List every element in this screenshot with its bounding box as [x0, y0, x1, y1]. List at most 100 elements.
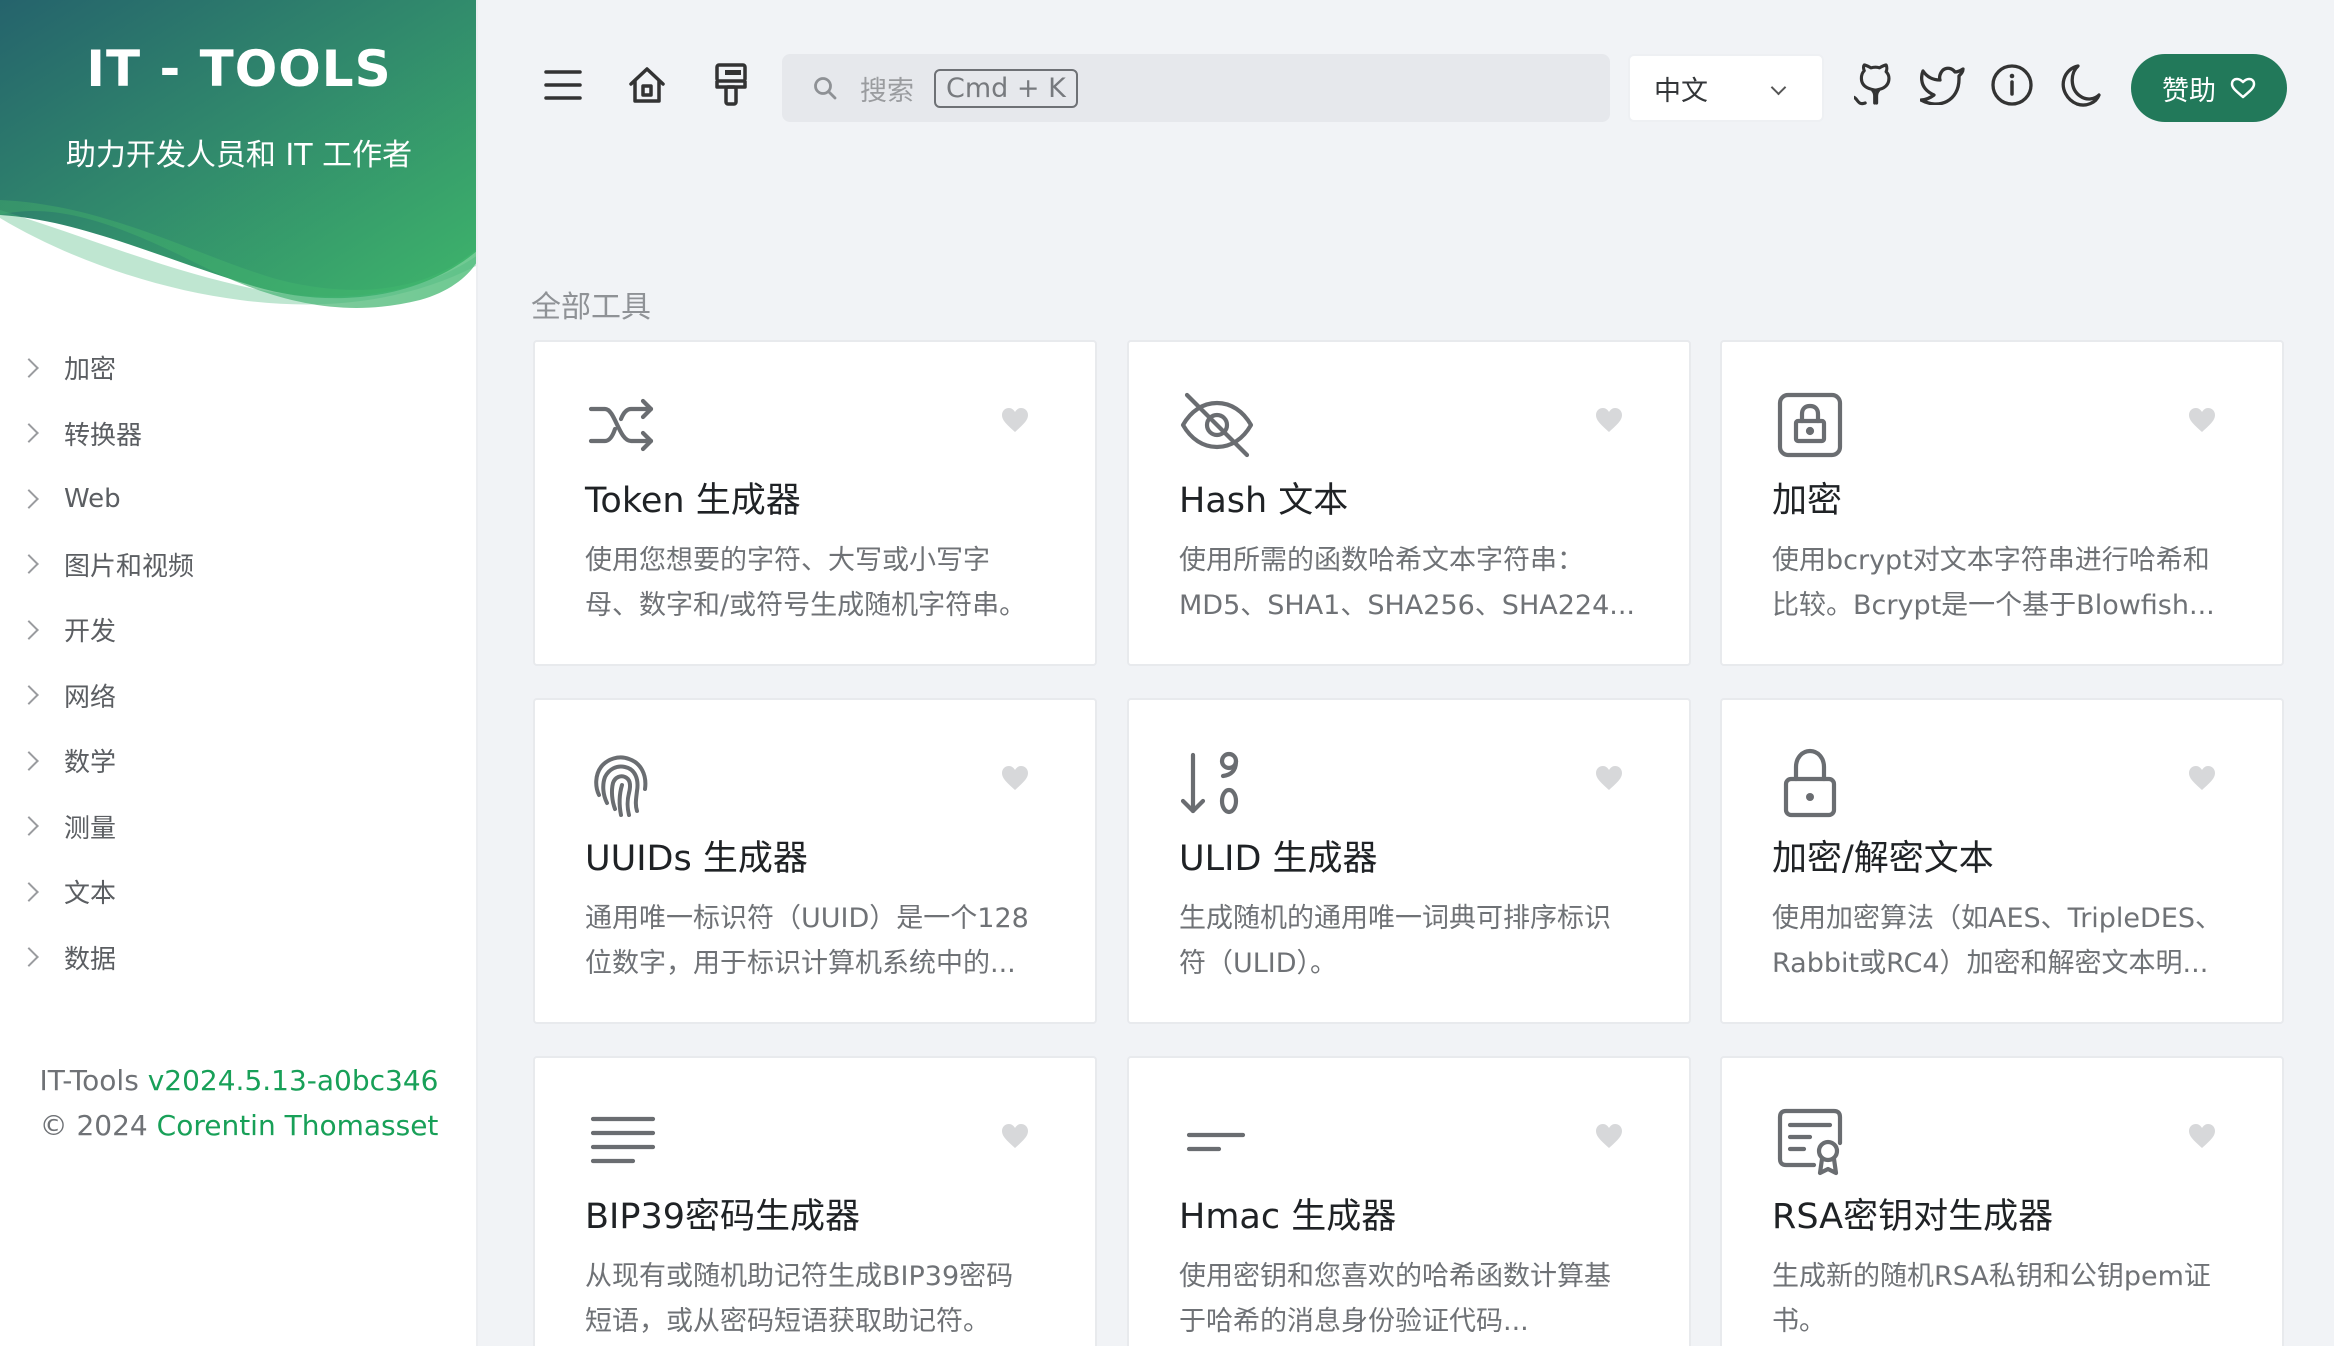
tool-description: 生成随机的通用唯一词典可排序标识 符（ULID）。 [1179, 896, 1649, 986]
sidebar-item-data[interactable]: 数据 [0, 925, 476, 991]
chevron-right-icon [19, 947, 39, 968]
sidebar-item-development[interactable]: 开发 [0, 597, 476, 663]
tool-title: BIP39密码生成器 [585, 1197, 860, 1237]
search-bar[interactable]: 搜索 Cmd + K [782, 54, 1610, 122]
heart-icon[interactable] [1593, 1120, 1625, 1152]
tool-title: RSA密钥对生成器 [1772, 1197, 2054, 1237]
tool-card-bcrypt[interactable]: 加密 使用bcrypt对文本字符串进行哈希和 比较。Bcrypt是一个基于Blow… [1720, 340, 2284, 666]
tool-card-uuid-generator[interactable]: UUIDs 生成器 通用唯一标识符（UUID）是一个128 位数字，用于标识计算机… [533, 698, 1097, 1024]
sidebar-footer: IT-Tools v2024.5.13-a0bc346 © 2024 Coren… [0, 1058, 476, 1148]
chevron-right-icon [19, 881, 39, 902]
heart-outline-icon [2230, 77, 2256, 99]
heart-icon[interactable] [1593, 404, 1625, 436]
chevron-right-icon [19, 619, 39, 640]
home-icon[interactable] [622, 60, 672, 110]
sidebar-item-label: 测量 [64, 813, 117, 844]
sidebar-item-network[interactable]: 网络 [0, 663, 476, 729]
tool-card-token-generator[interactable]: Token 生成器 使用您想要的字符、大写或小写字母、数字和/或符号生成随机字符… [533, 340, 1097, 666]
sidebar-item-label: 数学 [64, 748, 117, 779]
heart-icon[interactable] [999, 404, 1031, 436]
sponsor-button[interactable]: 赞助 [2131, 54, 2287, 122]
heart-icon[interactable] [999, 762, 1031, 794]
tool-card-hash-text[interactable]: Hash 文本 使用所需的函数哈希文本字符串： MD5、SHA1、SHA256、S… [1127, 340, 1691, 666]
tool-description: 使用您想要的字符、大写或小写字母、数字和/或符号生成随机字符串。 [585, 538, 1055, 628]
tool-description-line: 通用唯一标识符（UUID）是一个128 [585, 903, 1029, 934]
shuffle-icon [588, 398, 654, 452]
version-link[interactable]: v2024.5.13-a0bc346 [148, 1064, 439, 1097]
tool-description-line: 书。 [1772, 1306, 1826, 1337]
certificate-icon [1777, 1108, 1843, 1176]
sidebar-item-measurement[interactable]: 测量 [0, 794, 476, 860]
author-link[interactable]: Corentin Thomasset [157, 1109, 439, 1142]
tool-description: 从现有或随机助记符生成BIP39密码 短语，或从密码短语获取助记符。 [585, 1254, 1055, 1344]
tool-description-line: 使用密钥和您喜欢的哈希函数计算基 [1179, 1261, 1611, 1292]
heart-icon[interactable] [999, 1120, 1031, 1152]
search-shortcut-badge: Cmd + K [934, 68, 1078, 108]
chevron-right-icon [19, 423, 39, 444]
heart-icon[interactable] [2186, 762, 2218, 794]
heart-icon[interactable] [2186, 404, 2218, 436]
chevron-right-icon [19, 488, 39, 509]
lock-square-icon [1777, 392, 1843, 458]
sidebar-hero: IT - TOOLS 助力开发人员和 IT 工作者 [0, 0, 476, 320]
tool-card-ulid-generator[interactable]: ULID 生成器 生成随机的通用唯一词典可排序标识 符（ULID）。 [1127, 698, 1691, 1024]
app-subtitle: 助力开发人员和 IT 工作者 [65, 138, 413, 173]
tool-description: 使用密钥和您喜欢的哈希函数计算基 于哈希的消息身份验证代码... [1179, 1254, 1649, 1344]
language-select[interactable]: 中文 [1628, 54, 1824, 122]
tool-description-line: 使用所需的函数哈希文本字符串： [1179, 545, 1584, 576]
footer-prefix: IT-Tools [39, 1064, 139, 1097]
search-placeholder: 搜索 [860, 75, 914, 107]
hamburger-icon[interactable] [538, 60, 588, 110]
app-title[interactable]: IT - TOOLS [0, 40, 476, 98]
sidebar-item-images-videos[interactable]: 图片和视频 [0, 532, 476, 598]
heart-icon[interactable] [1593, 762, 1625, 794]
sidebar-item-label: 数据 [64, 944, 117, 975]
sort-numeric-icon [1180, 751, 1239, 815]
chevron-down-icon [1770, 79, 1787, 96]
sidebar-item-text[interactable]: 文本 [0, 859, 476, 925]
tool-description-line: 使用bcrypt对文本字符串进行哈希和 [1772, 545, 2210, 576]
chevron-right-icon [19, 816, 39, 837]
sidebar-item-label: 网络 [64, 682, 117, 713]
tool-description-line: 生成新的随机RSA私钥和公钥pem证 [1772, 1261, 2211, 1292]
sidebar-item-label: Web [64, 483, 121, 514]
sidebar-item-label: 转换器 [64, 420, 143, 451]
github-icon[interactable] [1851, 60, 1901, 110]
footer-copyright: © 2024 [39, 1109, 148, 1142]
tool-description: 生成新的随机RSA私钥和公钥pem证 书。 [1772, 1254, 2242, 1344]
search-icon [814, 77, 837, 100]
tool-description-line: 使用加密算法（如AES、TripleDES、 [1772, 903, 2223, 934]
moon-icon[interactable] [2055, 60, 2105, 110]
tool-title: ULID 生成器 [1179, 839, 1378, 879]
sidebar-item-converter[interactable]: 转换器 [0, 401, 476, 467]
tool-card-encrypt-decrypt[interactable]: 加密/解密文本 使用加密算法（如AES、TripleDES、 Rabbit或RC4… [1720, 698, 2284, 1024]
tool-card-bip39-generator[interactable]: BIP39密码生成器 从现有或随机助记符生成BIP39密码 短语，或从密码短语获取… [533, 1056, 1097, 1346]
sidebar-item-crypto[interactable]: 加密 [0, 335, 476, 401]
chevron-right-icon [19, 357, 39, 378]
tool-description-line: 生成随机的通用唯一词典可排序标识 [1179, 903, 1611, 934]
tool-title: Token 生成器 [585, 481, 801, 521]
sidebar-item-math[interactable]: 数学 [0, 728, 476, 794]
sidebar-item-label: 文本 [64, 879, 117, 910]
sidebar-item-web[interactable]: Web [0, 466, 476, 532]
tool-title: Hash 文本 [1179, 481, 1349, 521]
paint-brush-icon[interactable] [706, 60, 756, 110]
tool-card-rsa-keypair[interactable]: RSA密钥对生成器 生成新的随机RSA私钥和公钥pem证 书。 [1720, 1056, 2284, 1346]
tool-description: 通用唯一标识符（UUID）是一个128 位数字，用于标识计算机系统中的... [585, 896, 1055, 986]
tool-title: 加密 [1772, 481, 1843, 521]
sidebar: IT - TOOLS 助力开发人员和 IT 工作者 加密 转换器 Web 图片和… [0, 0, 478, 1346]
tool-description-line: MD5、SHA1、SHA256、SHA224... [1179, 590, 1635, 621]
tool-description-line: 从现有或随机助记符生成BIP39密码 [585, 1261, 1014, 1292]
tool-title: UUIDs 生成器 [585, 839, 808, 879]
eye-off-icon [1180, 392, 1254, 458]
twitter-icon[interactable] [1918, 60, 1968, 110]
info-icon[interactable] [1987, 60, 2037, 110]
sidebar-item-label: 开发 [64, 617, 117, 648]
tool-description-line: 母、数字和/或符号生成随机字符串。 [585, 590, 1027, 621]
tool-description-line: 位数字，用于标识计算机系统中的... [585, 948, 1016, 979]
tool-card-hmac-generator[interactable]: Hmac 生成器 使用密钥和您喜欢的哈希函数计算基 于哈希的消息身份验证代码... [1127, 1056, 1691, 1346]
tool-description-line: 使用您想要的字符、大写或小写字 [585, 545, 990, 576]
heart-icon[interactable] [2186, 1120, 2218, 1152]
sidebar-menu: 加密 转换器 Web 图片和视频 开发 网络 数学 测量 文本 数据 [0, 335, 476, 991]
tool-description-line: 比较。Bcrypt是一个基于Blowfish... [1772, 590, 2215, 621]
